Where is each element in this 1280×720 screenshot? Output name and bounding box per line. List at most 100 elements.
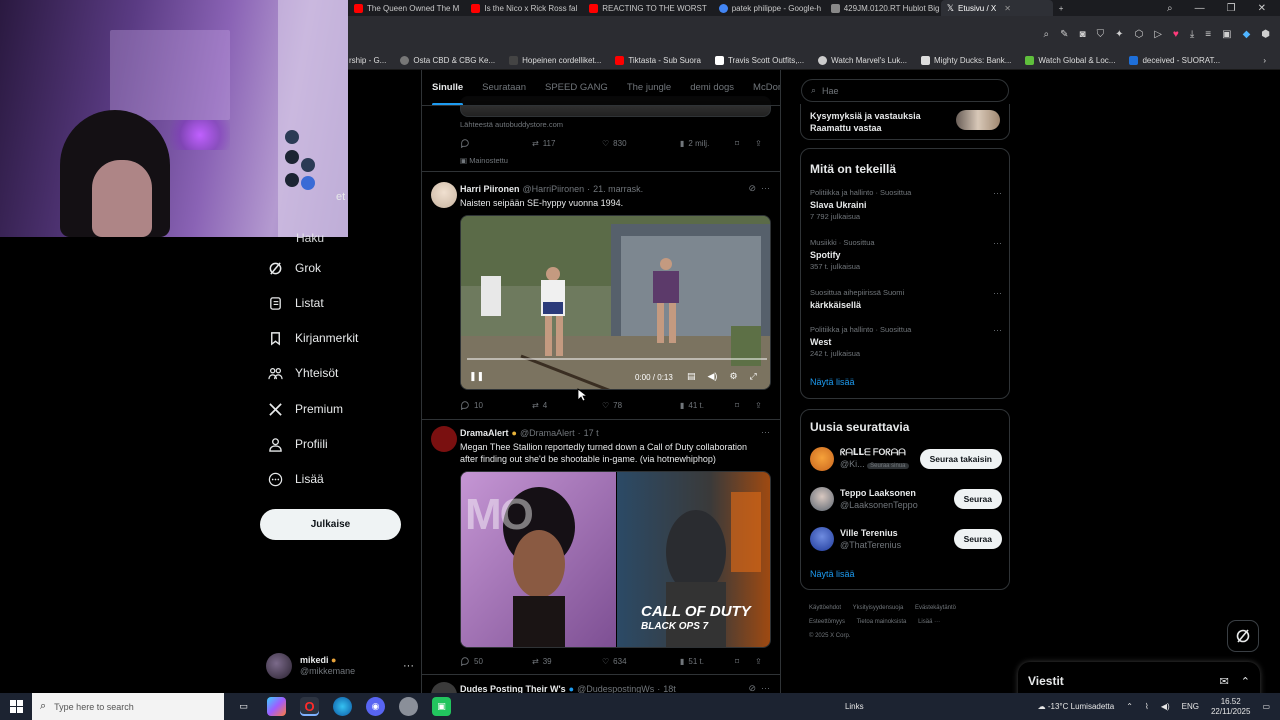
bookmark-item[interactable]: Watch Global & Loc... — [1020, 56, 1120, 65]
bookmarks-more-button[interactable]: › — [1258, 56, 1280, 65]
settings-icon[interactable]: ⬢ — [1261, 29, 1270, 40]
follow-suggestion[interactable]: ᖇᗩᒪᒪᗴ ᖴOᖇᗩᗩ @Ki... Seuraa sinua Seuraa t… — [810, 446, 1002, 472]
maximize-icon[interactable]: ❐ — [1227, 3, 1236, 14]
start-button[interactable] — [0, 693, 32, 720]
more-icon[interactable]: ··· — [761, 683, 770, 693]
browser-tab[interactable]: patek philippe - Google-h — [713, 0, 825, 16]
follow-button[interactable]: Seuraa — [953, 529, 1002, 549]
search-icon[interactable]: ⌕ — [1044, 29, 1050, 40]
tab-following[interactable]: Seurataan — [482, 70, 526, 105]
reply-button[interactable]: 50 — [460, 656, 532, 666]
edit-icon[interactable]: ✎ — [1060, 29, 1068, 40]
retweet-button[interactable]: ⇄ 117 — [532, 139, 602, 148]
nav-item-lists[interactable]: Listat — [268, 293, 324, 313]
bookmark-button[interactable]: ⌑ — [735, 139, 755, 148]
trend-item[interactable]: Politiikka ja hallinto · Suosittua Slava… — [810, 187, 1002, 223]
play-icon[interactable]: ▷ — [1154, 29, 1162, 40]
follow-suggestion[interactable]: Teppo Laaksonen @LaaksonenTeppo Seuraa — [810, 486, 1002, 512]
tab-for-you[interactable]: Sinulle — [432, 70, 464, 105]
footer-link[interactable]: Yksityisyydensuoja — [853, 605, 904, 611]
more-icon[interactable]: ··· — [993, 187, 1002, 199]
browser-tab[interactable]: The Queen Owned The M — [348, 0, 465, 16]
tab-speed-gang[interactable]: SPEED GANG — [545, 70, 608, 105]
tweet-time[interactable]: 21. marrask. — [593, 184, 643, 194]
avatar[interactable] — [431, 182, 457, 208]
volume-icon[interactable]: ◀) — [708, 371, 718, 382]
links-toolbar[interactable]: Links — [845, 702, 864, 711]
download-icon[interactable]: ⤓ — [1190, 29, 1194, 40]
heart-icon[interactable]: ♥ — [1173, 29, 1179, 40]
like-button[interactable]: ♡ 634 — [602, 657, 680, 666]
tab-mcdonald[interactable]: McDonald — [753, 70, 780, 105]
edge-icon[interactable] — [333, 697, 352, 716]
footer-link[interactable]: Tietoa mainoksista — [857, 619, 907, 625]
tweet-image[interactable]: MO CALL OF DUTY BLACK OPS 7 — [460, 471, 771, 648]
author-name[interactable]: DramaAlert — [460, 428, 509, 438]
task-view-icon[interactable]: ▭ — [234, 697, 253, 716]
settings-icon[interactable]: ⚙ — [729, 371, 737, 382]
trend-item[interactable]: Suosittua aihepiirissä Suomi kärkkäisell… — [810, 287, 1002, 311]
show-more-link[interactable]: Näytä lisää — [810, 569, 855, 579]
browser-tab[interactable]: 429JM.0120.RT Hublot Big — [825, 0, 941, 16]
nav-item-partial[interactable]: Haku — [296, 228, 324, 248]
opera-icon[interactable]: O — [300, 697, 319, 716]
fullscreen-icon[interactable]: ⤢ — [750, 371, 757, 382]
account-switcher[interactable]: mikedi ● @mikkemane ··· — [266, 651, 414, 681]
browser-tab[interactable]: Is the Nico x Rick Ross fal — [465, 0, 583, 16]
share-button[interactable]: ⇪ — [755, 139, 762, 148]
ad-source[interactable]: Lähteestä autobuddystore.com — [460, 120, 563, 129]
more-icon[interactable]: ··· — [761, 183, 770, 193]
share-button[interactable]: ⇪ — [755, 401, 762, 410]
footer-link[interactable]: Esteettömyys — [809, 619, 845, 625]
trend-item[interactable]: Musiikki · Suosittua Spotify 357 t. julk… — [810, 237, 1002, 273]
like-button[interactable]: ♡ 830 — [602, 139, 680, 148]
bookmark-item[interactable]: deceived - SUORAT... — [1124, 56, 1225, 65]
extension-icon[interactable]: ✦ — [1115, 29, 1123, 40]
author-handle[interactable]: @DramaAlert — [520, 428, 575, 438]
volume-icon[interactable]: ◀) — [1161, 702, 1170, 711]
share-button[interactable]: ⇪ — [755, 657, 762, 666]
bookmark-item[interactable]: Tiktasta - Sub Suora — [610, 56, 706, 65]
nav-item-communities[interactable]: Yhteisöt — [268, 363, 338, 383]
retweet-button[interactable]: ⇄ 39 — [532, 657, 602, 666]
menu-icon[interactable]: ≡ — [1205, 29, 1211, 40]
shield-icon[interactable]: ⛉ — [1097, 29, 1105, 40]
nav-item-grok[interactable]: Grok — [268, 258, 321, 278]
avatar[interactable] — [431, 426, 457, 452]
app-icon[interactable] — [399, 697, 418, 716]
footer-link[interactable]: Lisää ··· — [918, 619, 940, 625]
browser-tab-active[interactable]: 𝕏 Etusivu / X ✕ — [940, 0, 1053, 16]
taskbar-search[interactable]: ⌕ Type here to search — [32, 693, 224, 720]
camera-icon[interactable]: ◙ — [1080, 29, 1086, 40]
aria-icon[interactable]: ◆ — [1243, 29, 1251, 40]
views-button[interactable]: ▮ 51 t. — [680, 657, 735, 666]
nav-item-bookmarks[interactable]: Kirjanmerkit — [268, 328, 358, 348]
more-icon[interactable]: ··· — [993, 237, 1002, 249]
post-button[interactable]: Julkaise — [260, 509, 401, 540]
nav-item-more[interactable]: Lisää — [268, 469, 324, 489]
grok-icon[interactable]: ⊘ — [748, 683, 756, 693]
more-icon[interactable]: ··· — [761, 427, 770, 437]
reply-button[interactable] — [460, 138, 532, 148]
weather-widget[interactable]: ☁ -13°C Lumisadetta — [1038, 702, 1115, 711]
new-message-icon[interactable]: ✉ — [1220, 675, 1229, 688]
bookmark-button[interactable]: ⌑ — [735, 401, 755, 410]
bookmark-item[interactable]: Travis Scott Outfits,... — [710, 56, 809, 65]
footer-link[interactable]: Käyttöehdot — [809, 605, 841, 611]
follow-suggestion[interactable]: Ville Terenius @ThatTerenius Seuraa — [810, 526, 1002, 552]
search-field[interactable]: ⌕ Hae — [801, 79, 1009, 102]
chevron-up-icon[interactable]: ⌃ — [1126, 702, 1133, 711]
language-indicator[interactable]: ENG — [1182, 702, 1199, 711]
bookmark-item[interactable]: Osta CBD & CBG Ke... — [395, 56, 500, 65]
tab-demi-dogs[interactable]: demi dogs — [690, 70, 734, 105]
more-icon[interactable]: ··· — [993, 324, 1002, 336]
new-tab-button[interactable]: + — [1053, 0, 1070, 16]
expand-icon[interactable]: ⌃ — [1241, 675, 1250, 688]
browser-tab[interactable]: REACTING TO THE WORST — [583, 0, 712, 16]
qa-card[interactable]: Kysymyksiä ja vastauksia Raamattu vastaa — [800, 104, 1010, 140]
video-player[interactable]: ❚❚ 0:00 / 0:13 ▤ ◀) ⚙ ⤢ — [460, 215, 771, 390]
follow-button[interactable]: Seuraa — [953, 489, 1002, 509]
terminal-app-icon[interactable]: ▣ — [432, 697, 451, 716]
views-button[interactable]: ▮ 41 t. — [680, 401, 735, 410]
like-button[interactable]: ♡ 78 — [602, 401, 680, 410]
